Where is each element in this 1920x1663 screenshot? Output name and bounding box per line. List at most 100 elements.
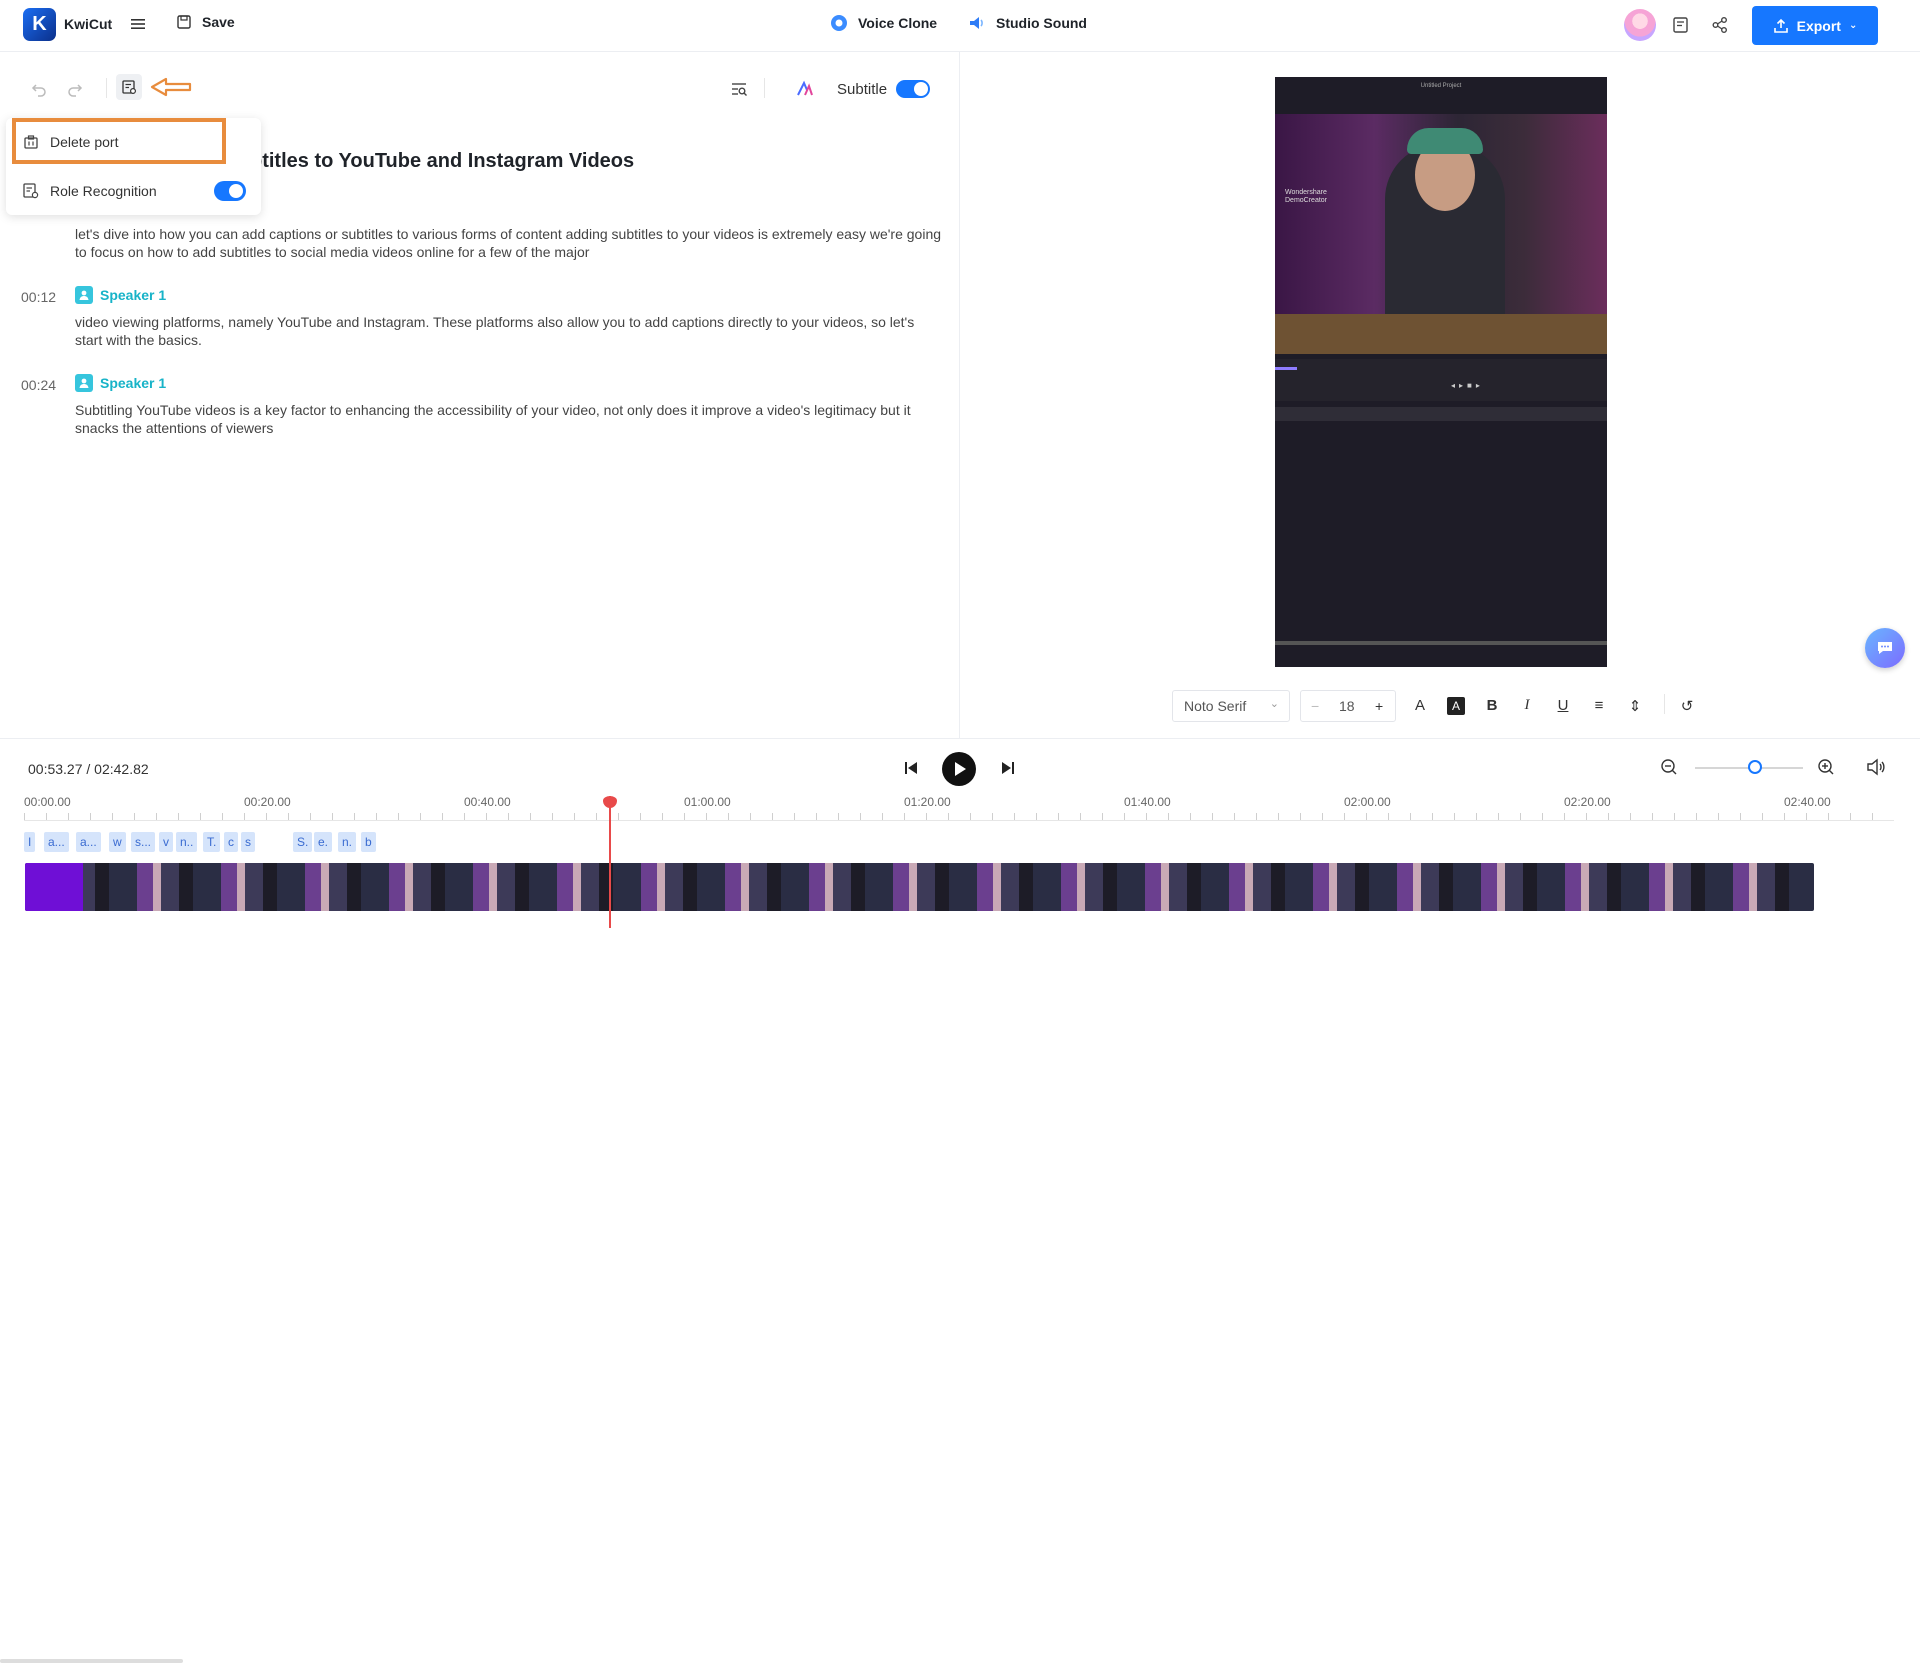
paragraph-text[interactable]: let's dive into how you can add captions… (75, 225, 945, 261)
export-label: Export (1796, 17, 1841, 34)
word-chip[interactable]: a... (76, 832, 101, 852)
preview-controls: ◂▸■▸ (1451, 381, 1484, 390)
zoom-out-icon[interactable] (1660, 758, 1678, 776)
play-button[interactable] (942, 752, 976, 786)
preview-bottom-line (1275, 641, 1607, 645)
task-list-icon[interactable] (1672, 16, 1690, 34)
line-spacing-icon[interactable]: ⇕ (1626, 697, 1644, 715)
minus-icon[interactable]: − (1311, 698, 1319, 714)
chat-icon (1878, 642, 1892, 654)
preview-player-bar: ◂▸■▸ (1275, 359, 1607, 401)
underline-icon[interactable]: U (1554, 697, 1572, 715)
total-time: 02:42.82 (94, 761, 149, 777)
app-name: KwiCut (64, 16, 113, 32)
speaker-settings-icon (122, 80, 137, 95)
speaker-tag[interactable]: Speaker 1 (75, 286, 166, 304)
time-display: 00:53.27 / 02:42.82 (28, 761, 149, 777)
menu-icon[interactable] (130, 16, 146, 32)
word-chip[interactable]: w (109, 832, 126, 852)
studio-sound-button[interactable]: Studio Sound (968, 14, 1087, 32)
watermark-text: Wondershare DemoCreator (1285, 189, 1328, 204)
word-chip[interactable]: c (224, 832, 238, 852)
ruler-label: 02:20.00 (1564, 795, 1611, 809)
ruler-label: 00:40.00 (464, 795, 511, 809)
export-icon (1773, 18, 1788, 33)
chevron-down-icon: ⌄ (1269, 698, 1279, 710)
video-preview[interactable]: Untitled Project Wondershare DemoCreator… (1275, 77, 1607, 667)
kwicut-logo[interactable]: K (23, 8, 56, 41)
presenter-cap (1407, 128, 1483, 154)
save-icon (177, 15, 191, 29)
skip-forward-icon[interactable] (999, 759, 1017, 777)
word-chip[interactable]: n. (338, 832, 357, 852)
word-chip[interactable]: s... (131, 832, 156, 852)
word-chip[interactable]: b (361, 832, 376, 852)
search-replace-icon[interactable] (730, 80, 748, 98)
timeline-panel: 00:53.27 / 02:42.82 00:00.00 00:20.00 00:4… (0, 738, 1920, 1663)
font-size-value: 18 (1339, 698, 1355, 714)
word-chip[interactable]: T. (203, 832, 221, 852)
role-recognition-label: Role Recognition (50, 183, 157, 199)
ruler-label: 02:00.00 (1344, 795, 1391, 809)
studio-sound-label: Studio Sound (996, 15, 1087, 31)
paragraph-time: 00:12 (21, 289, 57, 305)
user-avatar[interactable] (1624, 9, 1656, 41)
font-size-stepper[interactable]: − 18 + (1300, 690, 1396, 722)
undo-icon[interactable] (30, 80, 48, 98)
font-color-icon[interactable]: A (1411, 697, 1429, 715)
reset-icon[interactable]: ↺ (1678, 697, 1696, 715)
clip-intro-segment (25, 863, 83, 911)
save-label: Save (202, 14, 235, 30)
video-track-clip[interactable] (25, 863, 1814, 911)
export-button[interactable]: Export ⌄ (1752, 6, 1878, 45)
toolbar-divider (106, 78, 107, 98)
word-chip[interactable]: n.. (176, 832, 198, 852)
word-chip[interactable]: v (159, 832, 173, 852)
paragraph-time: 00:24 (21, 377, 57, 393)
preview-timeline-strip (1275, 407, 1607, 421)
ruler-label: 01:20.00 (904, 795, 951, 809)
ruler-label: 01:00.00 (684, 795, 731, 809)
studio-sound-icon (970, 17, 983, 29)
voice-clone-icon (831, 15, 847, 31)
subtitle-label: Subtitle (837, 81, 888, 98)
speaker-name: Speaker 1 (100, 287, 167, 303)
preview-project-title: Untitled Project (1420, 83, 1462, 89)
horizontal-scrollbar[interactable] (0, 1659, 183, 1663)
word-chip[interactable]: S. (293, 832, 313, 852)
highlight-color-icon[interactable]: A (1447, 697, 1465, 715)
speaker-tag[interactable]: Speaker 1 (75, 374, 166, 392)
paragraph-text[interactable]: Subtitling YouTube videos is a key facto… (75, 401, 945, 437)
redo-icon[interactable] (66, 80, 84, 98)
bold-icon[interactable]: B (1483, 697, 1501, 715)
role-recognition-item[interactable]: Role Recognition (22, 182, 157, 200)
font-select[interactable]: Noto Serif ⌄ (1172, 690, 1290, 722)
plus-icon[interactable]: + (1375, 698, 1383, 714)
zoom-slider-handle[interactable] (1748, 760, 1762, 774)
playhead[interactable] (603, 796, 617, 928)
word-chip[interactable]: I (24, 832, 36, 852)
speaker-settings-button[interactable] (116, 74, 142, 100)
speaker-icon (75, 374, 93, 392)
word-chip[interactable]: a... (44, 832, 69, 852)
paragraph-text[interactable]: video viewing platforms, namely YouTube … (75, 313, 945, 349)
share-icon[interactable] (1711, 16, 1729, 34)
speaker-icon (75, 286, 93, 304)
chat-support-button[interactable] (1865, 628, 1905, 668)
skip-back-icon[interactable] (902, 759, 920, 777)
role-recognition-toggle[interactable] (214, 181, 246, 201)
format-divider (1664, 694, 1665, 714)
volume-icon[interactable] (1866, 758, 1886, 776)
ai-icon[interactable] (796, 80, 814, 98)
top-bar: K KwiCut Save Voice Clone Studio Sound E… (0, 0, 1920, 52)
word-chip[interactable]: s (241, 832, 255, 852)
voice-clone-button[interactable]: Voice Clone (830, 14, 937, 32)
subtitle-toggle[interactable] (896, 80, 930, 98)
italic-icon[interactable]: I (1518, 697, 1536, 715)
word-chip[interactable]: e. (314, 832, 333, 852)
align-icon[interactable]: ≡ (1590, 697, 1608, 715)
desk (1275, 314, 1607, 354)
time-separator: / (82, 761, 95, 777)
zoom-in-icon[interactable] (1817, 758, 1835, 776)
save-button[interactable]: Save (176, 14, 235, 30)
